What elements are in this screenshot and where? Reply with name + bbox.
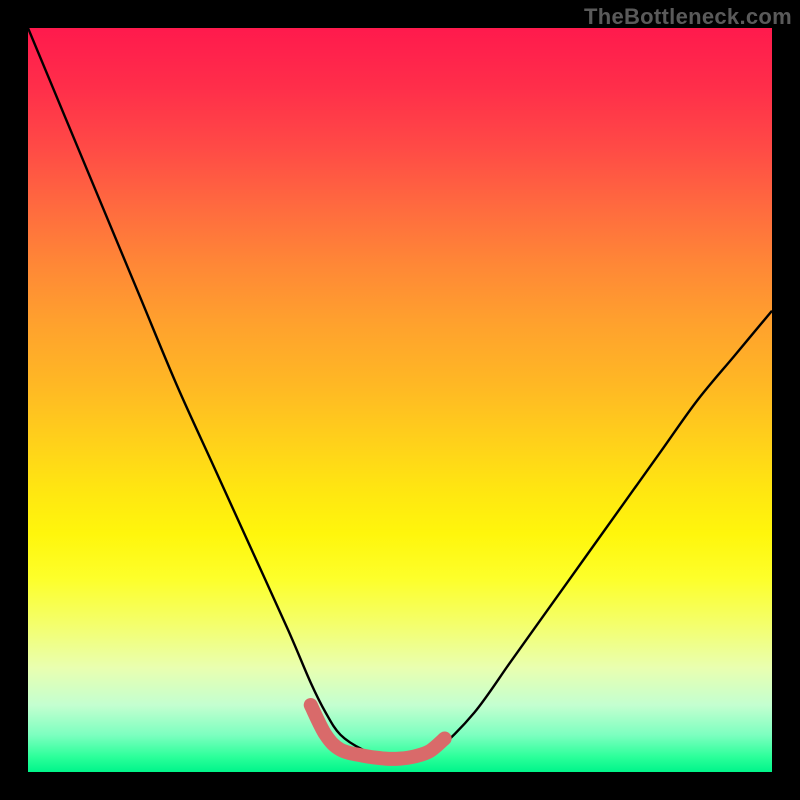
watermark-text: TheBottleneck.com (584, 4, 792, 30)
plot-area (28, 28, 772, 772)
curve-line (28, 28, 772, 758)
chart-canvas (28, 28, 772, 772)
highlight-segment (311, 705, 445, 759)
chart-frame: TheBottleneck.com (0, 0, 800, 800)
